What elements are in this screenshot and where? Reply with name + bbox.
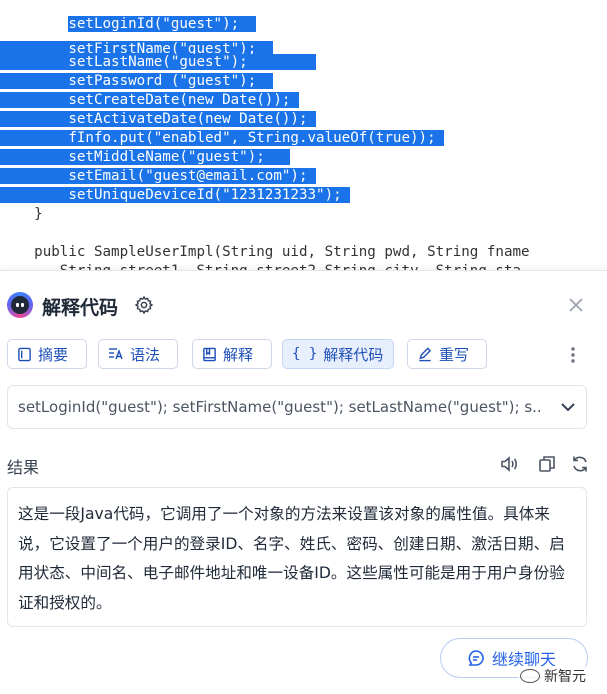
code-line[interactable]: setPassword ("guest"); xyxy=(0,72,274,91)
code-text: public SampleUserImpl(String uid, String… xyxy=(34,244,530,260)
book-icon xyxy=(203,347,216,361)
pen-icon xyxy=(419,346,432,361)
code-text-inner: setEmail("guest@email.com"); xyxy=(68,168,308,184)
tab-label: 解释 xyxy=(223,345,254,364)
code-text-inner: setPassword ("guest"); xyxy=(68,73,257,89)
panel-title: 解释代码 xyxy=(42,297,119,319)
code-text-inner: setCreateDate(new Date()); xyxy=(68,92,291,108)
code-text: setMiddleName("guest"); xyxy=(0,149,291,165)
selected-code-value: setLoginId("guest"); setFirstName("guest… xyxy=(18,398,543,416)
result-heading: 结果 xyxy=(7,458,40,477)
wechat-logo-icon xyxy=(520,669,540,683)
code-line[interactable]: } xyxy=(0,205,43,224)
code-text: setPassword ("guest"); xyxy=(0,73,274,89)
watermark: 新智元 xyxy=(518,666,588,686)
braces-icon: { } xyxy=(292,346,318,362)
app-logo-icon xyxy=(7,292,33,318)
selection-tail xyxy=(239,16,257,32)
code-line[interactable]: setUniqueDeviceId("1231231233"); xyxy=(0,186,351,205)
code-line[interactable]: setCreateDate(new Date()); xyxy=(0,91,299,110)
grammar-icon xyxy=(109,348,123,360)
tab-explain[interactable]: 解释 xyxy=(192,339,272,369)
code-text: setLastName("guest"); xyxy=(0,54,317,70)
code-line[interactable]: setLastName("guest"); xyxy=(0,53,317,72)
tab-label: 解释代码 xyxy=(323,345,384,364)
result-text: 这是一段Java代码，它调用了一个对象的方法来设置该对象的属性值。具体来说，它设… xyxy=(18,505,565,612)
refresh-icon[interactable] xyxy=(570,454,590,474)
code-line[interactable]: public SampleUserImpl(String uid, String… xyxy=(0,243,530,262)
code-text-inner: setUniqueDeviceId("1231231233"); xyxy=(68,187,342,203)
code-line[interactable]: setLoginId("guest"); xyxy=(0,15,257,34)
chevron-down-icon xyxy=(561,403,575,412)
panel-header: 解释代码 xyxy=(0,271,607,335)
tab-label: 重写 xyxy=(439,345,470,364)
code-text-inner: setActivateDate(new Date()); xyxy=(68,111,308,127)
code-text: setActivateDate(new Date()); xyxy=(0,111,317,127)
more-options-icon[interactable] xyxy=(568,345,578,365)
close-icon[interactable] xyxy=(566,295,586,315)
code-text: setUniqueDeviceId("1231231233"); xyxy=(0,187,351,203)
explain-code-panel: 解释代码 摘要 语法 解释 { } 解释代码 重写 setLoginId("gu… xyxy=(0,270,607,694)
code-text: } xyxy=(34,206,43,222)
code-text: setLoginId("guest"); xyxy=(68,16,240,32)
tab-label: 摘要 xyxy=(38,345,69,364)
tab-rewrite[interactable]: 重写 xyxy=(407,339,487,369)
selected-code-dropdown[interactable]: setLoginId("guest"); setFirstName("guest… xyxy=(7,385,587,429)
result-box: 这是一段Java代码，它调用了一个对象的方法来设置该对象的属性值。具体来说，它设… xyxy=(7,487,587,627)
tab-grammar[interactable]: 语法 xyxy=(98,339,178,369)
code-text: fInfo.put("enabled", String.valueOf(true… xyxy=(0,130,445,146)
code-text-inner: setMiddleName("guest"); xyxy=(68,149,265,165)
chat-bubble-icon xyxy=(468,650,484,666)
gear-icon[interactable] xyxy=(134,295,154,315)
code-editor[interactable]: setLoginId("guest"); setFirstName("guest… xyxy=(0,0,607,272)
code-line[interactable]: fInfo.put("enabled", String.valueOf(true… xyxy=(0,129,445,148)
code-text-inner: setLastName("guest"); xyxy=(68,54,248,70)
code-text: setCreateDate(new Date()); xyxy=(0,92,299,108)
code-line[interactable]: setMiddleName("guest"); xyxy=(0,148,291,167)
tab-summary[interactable]: 摘要 xyxy=(7,339,87,369)
code-text-inner: fInfo.put("enabled", String.valueOf(true… xyxy=(68,130,436,146)
copy-icon[interactable] xyxy=(537,454,557,474)
code-line[interactable]: setActivateDate(new Date()); xyxy=(0,110,317,129)
document-icon xyxy=(18,347,31,361)
speaker-icon[interactable] xyxy=(499,454,519,474)
code-text: setEmail("guest@email.com"); xyxy=(0,168,317,184)
tab-label: 语法 xyxy=(130,345,161,364)
tab-explain-code[interactable]: { } 解释代码 xyxy=(282,339,394,369)
watermark-text: 新智元 xyxy=(544,669,586,685)
code-line[interactable]: setFirstName("guest"); xyxy=(0,34,274,57)
code-line[interactable]: setEmail("guest@email.com"); xyxy=(0,167,317,186)
action-tabs: 摘要 语法 解释 { } 解释代码 重写 xyxy=(0,339,607,371)
